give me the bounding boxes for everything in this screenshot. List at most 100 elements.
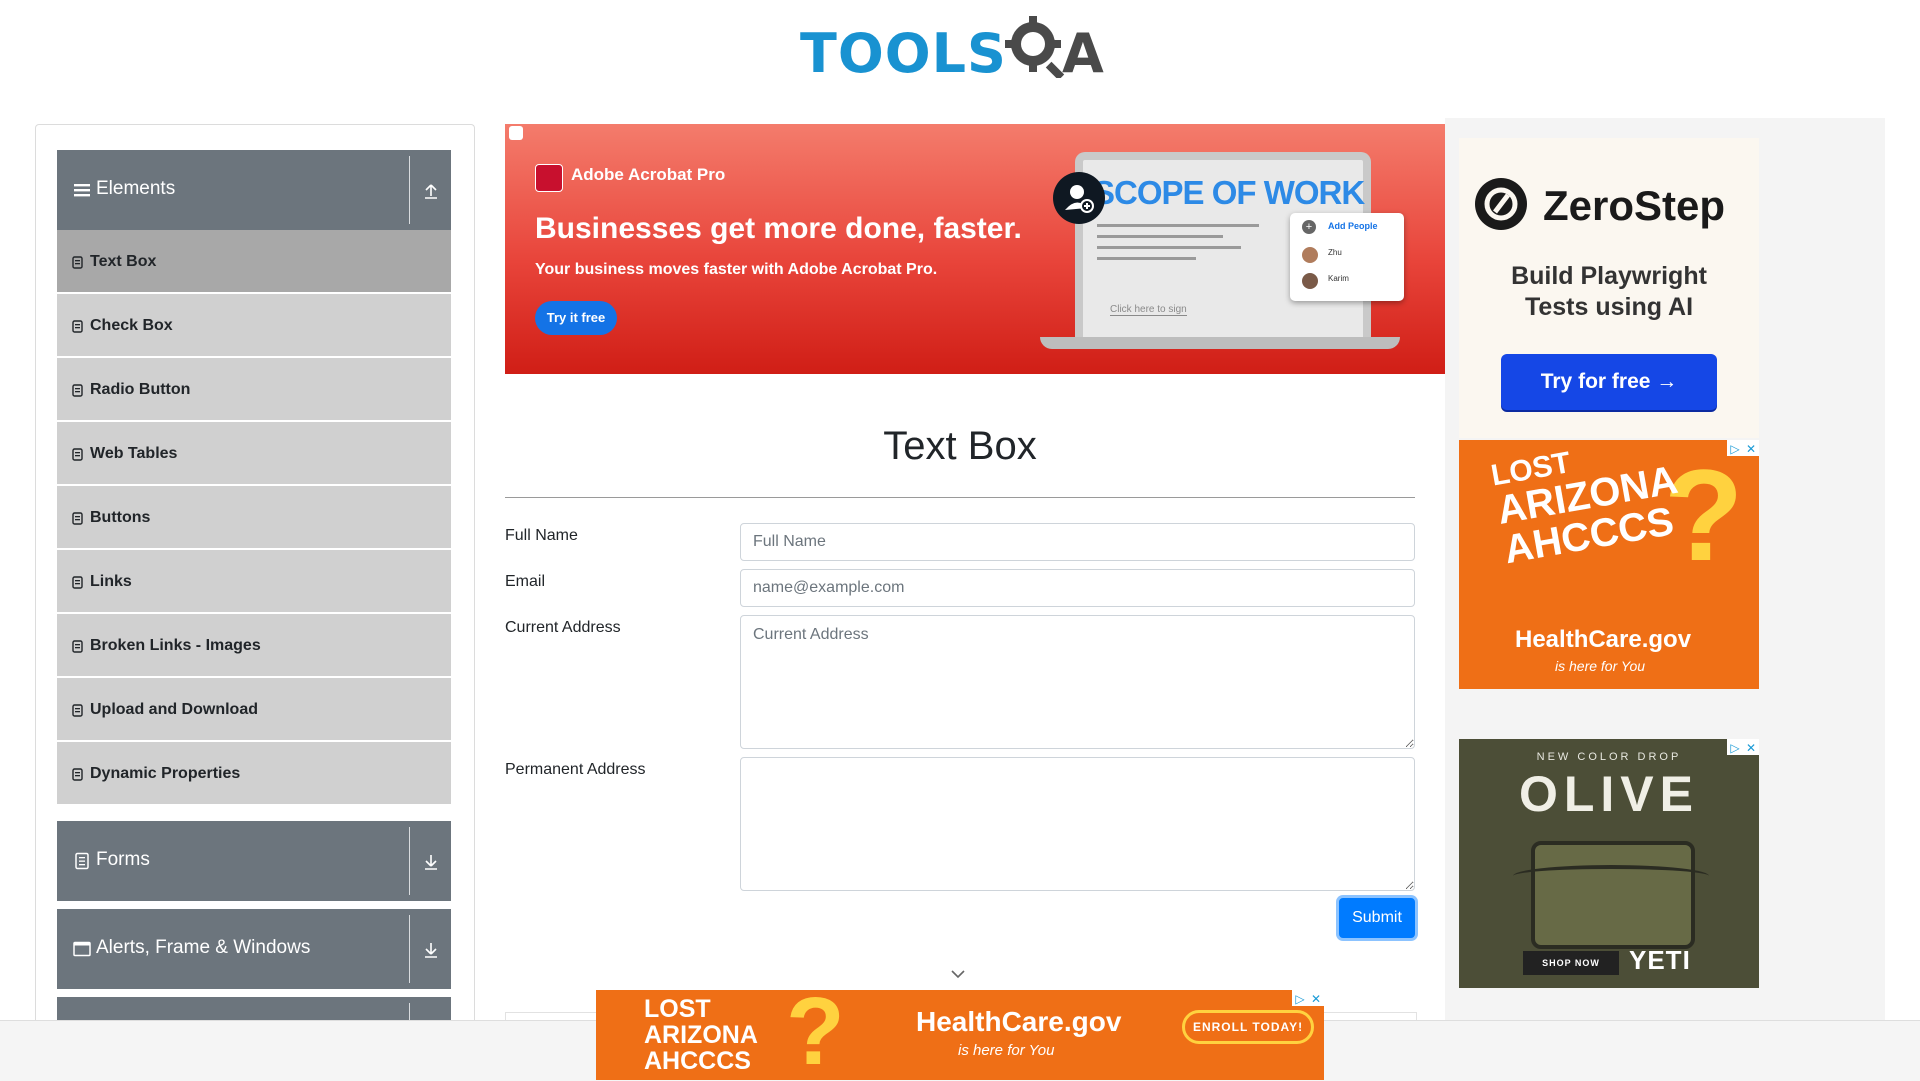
healthcare-site: HealthCare.gov	[916, 1006, 1122, 1037]
left-sidebar: Elements Text Box Check Box Radio Button…	[35, 124, 475, 1081]
sidebar-item-links[interactable]: Links	[57, 550, 451, 612]
healthcare-ad[interactable]: ▷ ✕ ? LOST ARIZONA AHCCCS HealthCare.gov …	[1459, 440, 1759, 689]
email-label: Email	[505, 573, 546, 590]
ad-doc-title: SCOPE OF WORK	[1093, 174, 1365, 211]
avatar	[1302, 247, 1318, 263]
doc-icon	[72, 256, 83, 269]
add-people-label: Add People	[1328, 221, 1378, 231]
zerostep-cta-button[interactable]: Try for free →	[1501, 354, 1717, 410]
add-user-icon	[1053, 172, 1105, 224]
sidebar-item-label: Broken Links - Images	[90, 637, 261, 654]
sidebar-item-buttons[interactable]: Buttons	[57, 486, 451, 548]
ad-cta-button[interactable]: Try it free	[535, 301, 617, 335]
sidebar-item-label: Buttons	[90, 509, 151, 526]
current-address-textarea[interactable]	[740, 615, 1415, 749]
expand-arrow-down-icon[interactable]	[421, 852, 441, 872]
doc-icon	[72, 448, 83, 461]
person-name: Zhu	[1328, 248, 1342, 257]
sidebar-item-label: Radio Button	[90, 381, 191, 398]
full-name-input[interactable]	[740, 523, 1415, 561]
group-header-forms[interactable]: Forms	[57, 821, 451, 901]
submit-button[interactable]: Submit	[1339, 898, 1415, 938]
adchoices-icon[interactable]	[509, 126, 523, 140]
zerostep-logo-icon	[1475, 178, 1527, 230]
divider	[409, 156, 410, 224]
zerostep-ad[interactable]: ZeroStep Build Playwright Tests using AI…	[1459, 138, 1759, 438]
zerostep-name: ZeroStep	[1543, 182, 1726, 229]
page-title: Text Box	[883, 424, 1037, 468]
ad-headline: Businesses get more done, faster.	[535, 212, 1022, 245]
healthcare-tagline: is here for You	[1555, 658, 1646, 674]
full-name-label: Full Name	[505, 527, 578, 544]
doc-icon	[72, 320, 83, 333]
ad-brand: Adobe Acrobat Pro	[571, 165, 726, 184]
enroll-button[interactable]: ENROLL TODAY!	[1182, 1010, 1314, 1044]
yeti-brand: YETI	[1629, 945, 1691, 975]
yeti-ad[interactable]: ▷ ✕ NEW COLOR DROP OLIVE SHOP NOW YETI	[1459, 739, 1759, 988]
people-panel: + Add People Zhu Karim	[1290, 213, 1404, 301]
gear-magnifier-icon	[1005, 16, 1065, 78]
cooler-bag-image	[1513, 841, 1709, 949]
hamburger-icon	[74, 184, 90, 197]
acrobat-banner-ad[interactable]: Adobe Acrobat Pro Businesses get more do…	[505, 124, 1445, 374]
ad-close-controls[interactable]: ▷ ✕	[1292, 990, 1324, 1006]
doc-icon	[72, 512, 83, 525]
doc-icon	[72, 384, 83, 397]
form-doc-icon	[75, 852, 89, 870]
chevron-down-icon[interactable]	[950, 968, 966, 980]
elements-menu: Text Box Check Box Radio Button Web Tabl…	[57, 230, 451, 806]
close-icon[interactable]: ✕	[1308, 991, 1324, 1007]
person-name: Karim	[1328, 274, 1349, 283]
sidebar-item-label: Upload and Download	[90, 701, 258, 718]
expand-arrow-down-icon[interactable]	[421, 940, 441, 960]
sidebar-item-web-tables[interactable]: Web Tables	[57, 422, 451, 484]
bottom-healthcare-ad[interactable]: ▷ ✕ LOST ARIZONA AHCCCS ? HealthCare.gov …	[596, 990, 1324, 1080]
acrobat-logo-icon	[535, 164, 563, 192]
email-input[interactable]	[740, 569, 1415, 607]
group-header-elements[interactable]: Elements	[57, 150, 451, 230]
sidebar-item-check-box[interactable]: Check Box	[57, 294, 451, 356]
group-title-alerts: Alerts, Frame & Windows	[96, 937, 311, 958]
zerostep-line1: Build Playwright	[1511, 262, 1707, 290]
logo-text-a: A	[1062, 22, 1104, 85]
healthcare-site: HealthCare.gov	[1515, 626, 1692, 653]
window-icon	[73, 941, 91, 957]
sign-hint: Click here to sign	[1110, 304, 1187, 316]
divider	[409, 827, 410, 895]
current-address-label: Current Address	[505, 619, 621, 636]
group-title-elements: Elements	[96, 178, 176, 199]
sidebar-item-text-box[interactable]: Text Box	[57, 230, 451, 292]
avatar	[1302, 273, 1318, 289]
doc-icon	[72, 576, 83, 589]
yeti-kicker: NEW COLOR DROP	[1536, 751, 1682, 763]
sidebar-item-radio-button[interactable]: Radio Button	[57, 358, 451, 420]
ad-lost-text: LOST ARIZONA AHCCCS	[1488, 446, 1681, 573]
permanent-address-label: Permanent Address	[505, 761, 646, 778]
sidebar-item-upload-and-download[interactable]: Upload and Download	[57, 678, 451, 740]
laptop-base	[1040, 337, 1400, 349]
collapse-arrow-up-icon[interactable]	[421, 181, 441, 201]
question-mark-graphic: ?	[786, 990, 845, 1080]
group-title-forms: Forms	[96, 849, 150, 870]
sidebar-item-broken-links-images[interactable]: Broken Links - Images	[57, 614, 451, 676]
toolsqa-logo[interactable]: TOOLS A	[800, 14, 1130, 94]
sidebar-item-label: Links	[90, 573, 132, 590]
permanent-address-textarea[interactable]	[740, 757, 1415, 891]
doc-icon	[72, 640, 83, 653]
zerostep-line2: Tests using AI	[1524, 293, 1694, 321]
doc-icon	[72, 768, 83, 781]
sidebar-item-label: Check Box	[90, 317, 173, 334]
yeti-shop-button[interactable]: SHOP NOW	[1523, 951, 1619, 975]
healthcare-tagline: is here for You	[958, 1042, 1055, 1059]
close-icon[interactable]: ✕	[1743, 441, 1759, 457]
plus-icon: +	[1302, 220, 1316, 234]
sidebar-item-dynamic-properties[interactable]: Dynamic Properties	[57, 742, 451, 804]
ad-subline: Your business moves faster with Adobe Ac…	[535, 261, 938, 278]
group-header-alerts-frame-windows[interactable]: Alerts, Frame & Windows	[57, 909, 451, 989]
title-divider	[505, 497, 1415, 498]
divider	[409, 915, 410, 983]
sidebar-item-label: Text Box	[90, 253, 157, 270]
adchoices-icon[interactable]: ▷	[1292, 991, 1308, 1007]
doc-text-lines	[1097, 224, 1277, 314]
sidebar-item-label: Dynamic Properties	[90, 765, 241, 782]
